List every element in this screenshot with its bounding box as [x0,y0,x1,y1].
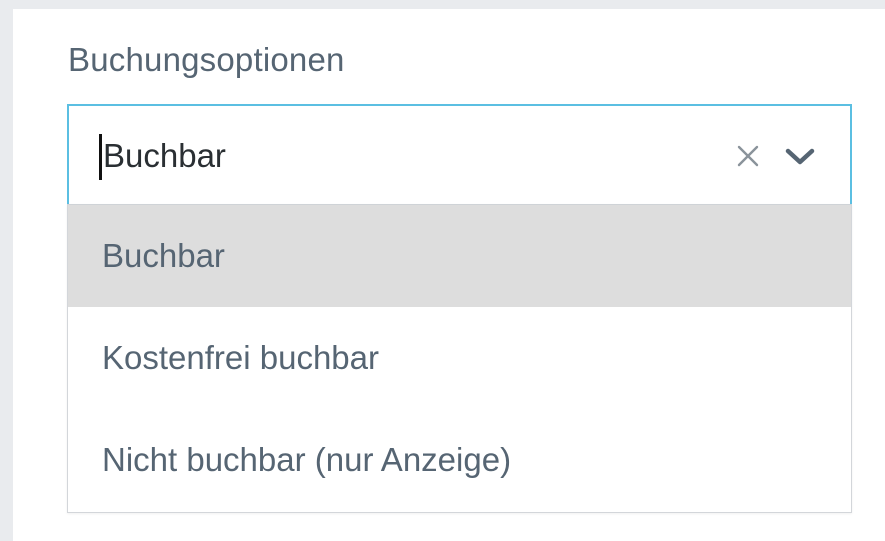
close-icon[interactable] [733,141,763,171]
menu-option-buchbar[interactable]: Buchbar [68,205,851,307]
menu-option-kostenfrei-buchbar[interactable]: Kostenfrei buchbar [68,307,851,409]
booking-options-select[interactable]: Buchbar [67,104,852,204]
page-background: Buchungsoptionen Buchbar Buchbar Kostenf… [0,0,885,541]
text-cursor [99,134,102,180]
dropdown-menu: Buchbar Kostenfrei buchbar Nicht buchbar… [67,204,852,513]
menu-option-nicht-buchbar[interactable]: Nicht buchbar (nur Anzeige) [68,409,851,511]
form-panel: Buchungsoptionen Buchbar Buchbar Kostenf… [13,9,885,541]
select-input-value[interactable]: Buchbar [103,137,226,175]
booking-options-label: Buchungsoptionen [68,41,345,78]
chevron-down-icon[interactable] [782,141,818,171]
